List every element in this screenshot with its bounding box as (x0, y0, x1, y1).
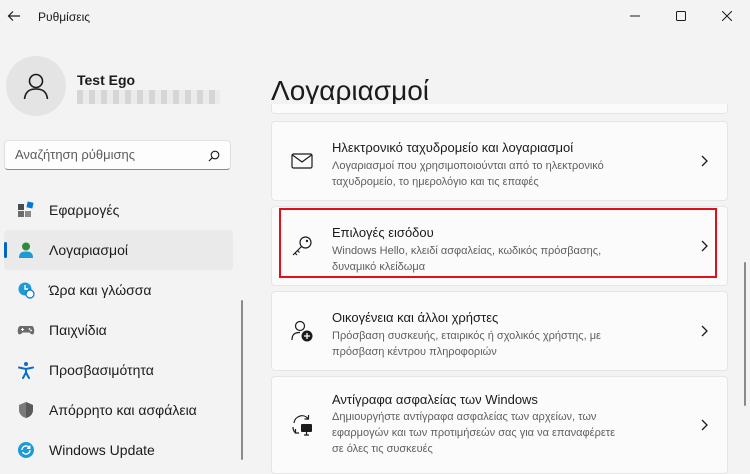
add-person-icon (290, 319, 314, 343)
shield-icon (16, 400, 36, 420)
window-title: Ρυθμίσεις (38, 10, 91, 24)
sidebar-item-label: Παιχνίδια (49, 322, 107, 338)
sidebar-item-label: Windows Update (49, 442, 155, 458)
card-description-line: Πρόσβαση συσκευής, εταιρικός ή σχολικός … (332, 330, 601, 342)
title-bar: Ρυθμίσεις (0, 0, 750, 34)
card-title: Ηλεκτρονικό ταχυδρομείο και λογαριασμοί (332, 140, 574, 155)
mail-icon (290, 149, 314, 173)
search-input[interactable] (15, 147, 200, 162)
card-email-accounts[interactable]: Ηλεκτρονικό ταχυδρομείο και λογαριασμοί … (271, 121, 728, 201)
sidebar-scrollbar[interactable] (241, 300, 243, 460)
sidebar-item-label: Προσβασιμότητα (49, 362, 154, 378)
card-description-line: σε όλες τις συσκευές (332, 443, 433, 455)
card-description-line: εφαρμογών και των προτιμήσεών σας για να… (332, 427, 615, 439)
maximize-button[interactable] (658, 4, 704, 28)
search-icon[interactable] (208, 149, 220, 167)
minimize-icon (630, 15, 640, 17)
previous-card-edge (271, 104, 728, 114)
user-email-redacted (77, 90, 220, 104)
sidebar-item-time-language[interactable]: Ώρα και γλώσσα (4, 270, 233, 310)
chevron-right-icon (699, 418, 709, 432)
avatar[interactable] (6, 56, 66, 116)
card-description-line: Λογαριασμοί που χρησιμοποιούνται από το … (332, 160, 604, 172)
sidebar-item-label: Λογαριασμοί (49, 242, 129, 258)
sidebar-item-accessibility[interactable]: Προσβασιμότητα (4, 350, 233, 390)
card-family-other-users[interactable]: Οικογένεια και άλλοι χρήστες Πρόσβαση συ… (271, 291, 728, 371)
card-title: Οικογένεια και άλλοι χρήστες (332, 310, 499, 325)
time-language-icon (16, 280, 36, 300)
accounts-icon (16, 240, 36, 260)
maximize-icon (676, 11, 686, 21)
chevron-right-icon (699, 154, 709, 168)
search-box[interactable] (4, 140, 231, 170)
page-title: Λογαριασμοί (271, 74, 430, 106)
sidebar-item-label: Εφαρμογές (49, 202, 120, 218)
card-description: Λογαριασμοί που χρησιμοποιούνται από το … (332, 158, 662, 190)
apps-icon (16, 200, 36, 220)
gaming-icon (16, 320, 36, 340)
highlight-box (279, 208, 717, 278)
close-icon (722, 11, 732, 21)
sidebar-nav: Εφαρμογές Λογαριασμοί Ώρα και γλώσσα Παι… (4, 190, 233, 470)
card-title: Αντίγραφα ασφαλείας των Windows (332, 392, 538, 407)
card-windows-backup[interactable]: Αντίγραφα ασφαλείας των Windows Δημιουργ… (271, 376, 728, 474)
card-description-line: ταχυδρομείο, το ημερολόγιο και τις επαφέ… (332, 176, 539, 188)
sidebar-item-gaming[interactable]: Παιχνίδια (4, 310, 233, 350)
sidebar-item-apps[interactable]: Εφαρμογές (4, 190, 233, 230)
windows-update-icon (16, 440, 36, 460)
minimize-button[interactable] (612, 4, 658, 28)
sidebar-item-accounts[interactable]: Λογαριασμοί (4, 230, 233, 270)
chevron-right-icon (699, 324, 709, 338)
sidebar-item-privacy-security[interactable]: Απόρρητο και ασφάλεια (4, 390, 233, 430)
sidebar-item-label: Ώρα και γλώσσα (49, 282, 152, 298)
card-description: Πρόσβαση συσκευής, εταιρικός ή σχολικός … (332, 328, 662, 360)
accessibility-icon (16, 360, 36, 380)
content-scrollbar[interactable] (744, 262, 746, 406)
sidebar-item-windows-update[interactable]: Windows Update (4, 430, 233, 470)
backup-icon (290, 413, 314, 437)
close-button[interactable] (704, 4, 750, 28)
sidebar-item-label: Απόρρητο και ασφάλεια (49, 402, 197, 418)
user-name: Test Ego (77, 72, 136, 88)
person-icon (23, 73, 49, 100)
card-description-line: πρόσβαση κέντρου πληροφοριών (332, 346, 497, 358)
back-arrow-icon[interactable] (6, 8, 22, 24)
card-description: Δημιουργήστε αντίγραφα ασφαλείας των αρχ… (332, 409, 662, 457)
card-description-line: Δημιουργήστε αντίγραφα ασφαλείας των αρχ… (332, 411, 597, 423)
